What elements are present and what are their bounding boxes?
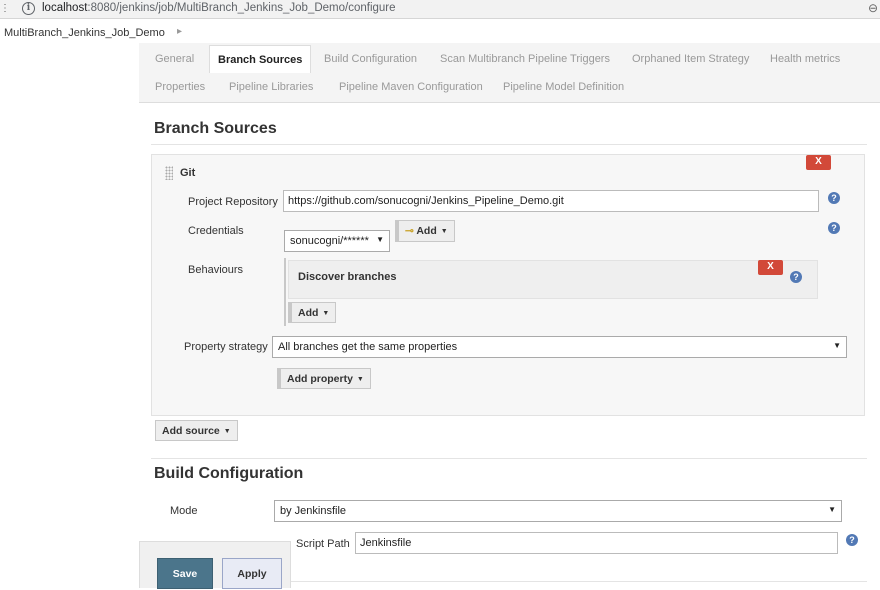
discover-branches-help-icon[interactable]: ? xyxy=(790,271,802,283)
tab-scan-triggers[interactable]: Scan Multibranch Pipeline Triggers xyxy=(440,53,610,65)
tab-edge-icon: ⋮ xyxy=(0,3,10,14)
chevron-down-icon: ▼ xyxy=(828,505,836,514)
url-host: localhost xyxy=(42,2,88,14)
property-strategy-selected-value: All branches get the same properties xyxy=(278,341,458,353)
add-property-label: Add property xyxy=(287,373,353,385)
delete-git-source-button[interactable]: X xyxy=(806,155,831,170)
browser-address-bar: ⋮ i localhost:8080/jenkins/job/MultiBran… xyxy=(0,0,880,19)
credentials-add-label: Add xyxy=(416,225,437,237)
tab-build-configuration[interactable]: Build Configuration xyxy=(324,53,417,65)
chevron-down-icon: ▼ xyxy=(833,341,841,350)
key-icon: ⊸ xyxy=(405,225,414,237)
add-property-button[interactable]: Add property ▼ xyxy=(277,368,371,389)
branch-sources-title: Branch Sources xyxy=(154,120,277,137)
script-path-label: Script Path xyxy=(296,538,350,550)
git-source-title: Git xyxy=(180,167,196,179)
credentials-help-icon[interactable]: ? xyxy=(828,222,840,234)
tab-health-metrics[interactable]: Health metrics xyxy=(770,53,840,65)
credentials-add-button[interactable]: ⊸ Add ▼ xyxy=(395,220,455,242)
section-divider xyxy=(151,144,867,145)
chevron-down-icon: ▼ xyxy=(376,235,384,244)
credentials-label: Credentials xyxy=(188,225,244,237)
breadcrumb-separator-icon[interactable]: ▸ xyxy=(177,26,182,37)
behaviours-bar xyxy=(284,258,286,326)
drag-handle-icon[interactable] xyxy=(165,166,173,180)
caret-down-icon: ▼ xyxy=(440,228,448,235)
caret-down-icon: ▼ xyxy=(322,310,330,317)
credentials-selected-value: sonucogni/****** xyxy=(290,235,369,247)
apply-button[interactable]: Apply xyxy=(222,558,282,589)
caret-down-icon: ▼ xyxy=(356,376,364,383)
project-repository-help-icon[interactable]: ? xyxy=(828,192,840,204)
script-path-input[interactable] xyxy=(355,532,838,554)
property-strategy-label: Property strategy xyxy=(184,341,268,353)
credentials-select[interactable]: sonucogni/****** ▼ xyxy=(284,230,390,252)
project-repository-label: Project Repository xyxy=(188,196,278,208)
mode-select[interactable]: by Jenkinsfile ▼ xyxy=(274,500,842,522)
tab-branch-sources[interactable]: Branch Sources xyxy=(209,45,312,73)
section-divider xyxy=(151,458,867,459)
info-icon[interactable]: i xyxy=(22,2,35,15)
mode-selected-value: by Jenkinsfile xyxy=(280,505,347,517)
delete-discover-branches-button[interactable]: X xyxy=(758,260,783,275)
bottom-button-bar: Save Apply xyxy=(139,541,291,589)
section-divider xyxy=(291,581,867,582)
discover-branches-block: Discover branches X ? xyxy=(288,260,818,299)
behaviours-add-label: Add xyxy=(298,307,319,319)
add-source-label: Add source xyxy=(162,425,220,437)
zoom-icon[interactable]: ⊖ xyxy=(868,1,878,15)
build-configuration-title: Build Configuration xyxy=(154,465,304,482)
tab-orphaned-item-strategy[interactable]: Orphaned Item Strategy xyxy=(632,53,749,65)
url-path: :8080/jenkins/job/MultiBranch_Jenkins_Jo… xyxy=(87,2,396,14)
save-button[interactable]: Save xyxy=(157,558,213,589)
breadcrumb: MultiBranch_Jenkins_Job_Demo ▸ xyxy=(0,23,880,43)
caret-down-icon: ▼ xyxy=(223,428,231,435)
git-source-block: Git X Project Repository ? Credentials s… xyxy=(151,154,865,416)
discover-branches-label: Discover branches xyxy=(298,271,397,283)
tab-properties[interactable]: Properties xyxy=(155,81,205,93)
script-path-help-icon[interactable]: ? xyxy=(846,534,858,546)
mode-label: Mode xyxy=(170,505,198,517)
tab-pipeline-model-definition[interactable]: Pipeline Model Definition xyxy=(503,81,624,93)
tab-pipeline-libraries[interactable]: Pipeline Libraries xyxy=(229,81,313,93)
add-source-button[interactable]: Add source ▼ xyxy=(155,420,238,441)
project-repository-input[interactable] xyxy=(283,190,819,212)
config-tab-bar: General Branch Sources Build Configurati… xyxy=(139,43,880,103)
behaviours-add-button[interactable]: Add ▼ xyxy=(288,302,337,323)
config-form: Branch Sources Git X Project Repository … xyxy=(139,104,880,588)
behaviours-label: Behaviours xyxy=(188,264,244,276)
tab-general[interactable]: General xyxy=(155,53,194,65)
breadcrumb-job-link[interactable]: MultiBranch_Jenkins_Job_Demo xyxy=(4,27,165,39)
address-url[interactable]: localhost:8080/jenkins/job/MultiBranch_J… xyxy=(42,2,396,14)
property-strategy-select[interactable]: All branches get the same properties ▼ xyxy=(272,336,847,358)
tab-pipeline-maven-configuration[interactable]: Pipeline Maven Configuration xyxy=(339,81,483,93)
